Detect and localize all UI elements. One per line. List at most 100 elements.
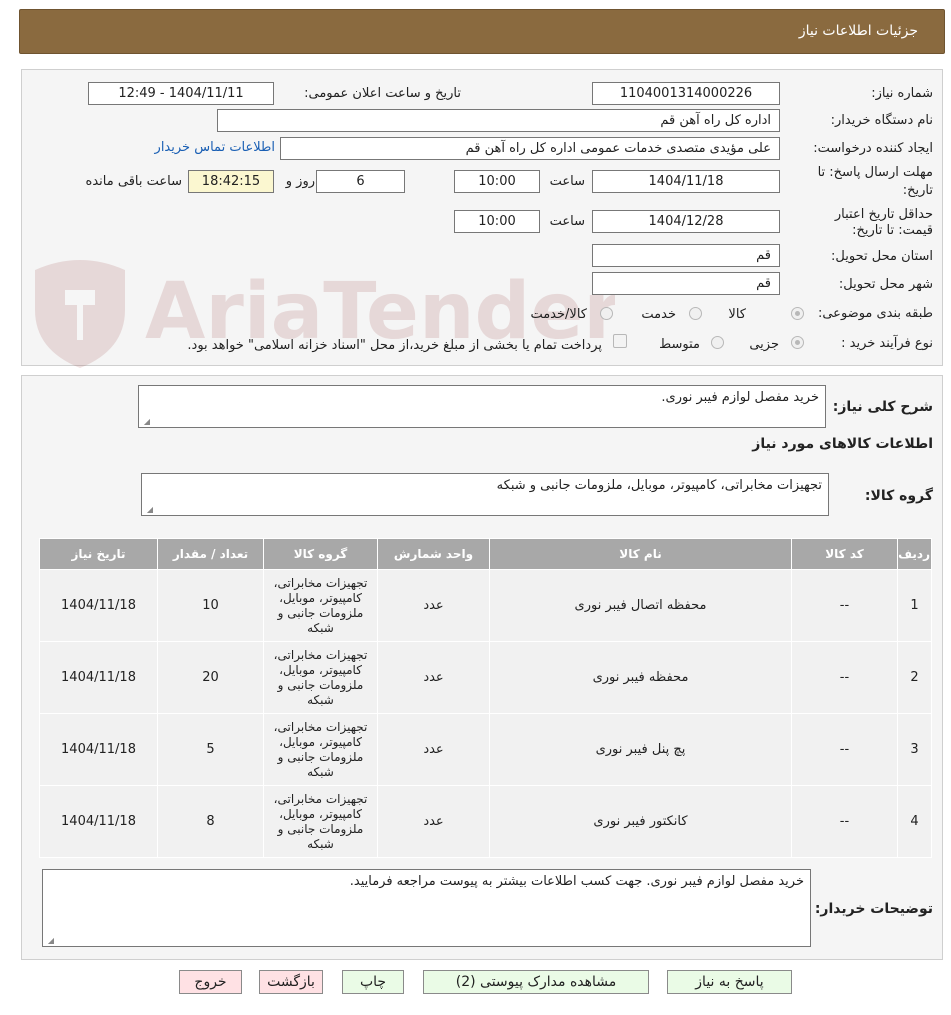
col-header-date: تاریخ نیاز xyxy=(39,538,158,570)
treasury-payment-checkbox[interactable] xyxy=(613,334,627,348)
cell-row-number: 3 xyxy=(897,713,932,786)
print-button[interactable]: چاپ xyxy=(342,970,404,994)
cell-group: تجهیزات مخابراتی، کامپیوتر، موبایل، ملزو… xyxy=(263,569,378,642)
buyer-notes-text: خرید مفصل لوازم فیبر نوری. جهت کسب اطلاع… xyxy=(349,874,804,889)
cell-date: 1404/11/18 xyxy=(39,785,158,858)
validity-label-line2: قیمت: تا تاریخ: xyxy=(852,223,933,238)
category-radio-goods-service[interactable] xyxy=(600,307,613,320)
table-row: 4 -- کانکتور فیبر نوری عدد تجهیزات مخابر… xyxy=(39,785,932,858)
deadline-time-field: 10:00 xyxy=(454,170,540,193)
requester-field: علی مؤیدی متصدی خدمات عمومی اداره کل راه… xyxy=(280,137,780,160)
table-row: 3 -- پچ پنل فیبر نوری عدد تجهیزات مخابرا… xyxy=(39,713,932,786)
need-number-field: 1104001314000226 xyxy=(592,82,780,105)
cell-code: -- xyxy=(791,569,898,642)
validity-label-line1: حداقل تاریخ اعتبار xyxy=(834,207,933,222)
goods-group-text: تجهیزات مخابراتی، کامپیوتر، موبایل، ملزو… xyxy=(496,478,822,493)
cell-row-number: 1 xyxy=(897,569,932,642)
process-option-minor: جزیی xyxy=(749,337,779,352)
table-row: 2 -- محفظه فیبر نوری عدد تجهیزات مخابرات… xyxy=(39,641,932,714)
remaining-time-field: 18:42:15 xyxy=(188,170,274,193)
cell-qty: 10 xyxy=(157,569,264,642)
cell-qty: 8 xyxy=(157,785,264,858)
category-option-goods-service: کالا/خدمت xyxy=(530,307,587,322)
category-radio-service[interactable] xyxy=(689,307,702,320)
province-field: قم xyxy=(592,244,780,267)
exit-button[interactable]: خروج xyxy=(179,970,242,994)
col-header-code: کد کالا xyxy=(791,538,898,570)
category-option-service: خدمت xyxy=(641,307,676,322)
buyer-notes-textarea[interactable]: خرید مفصل لوازم فیبر نوری. جهت کسب اطلاع… xyxy=(42,869,811,947)
cell-group: تجهیزات مخابراتی، کامپیوتر، موبایل، ملزو… xyxy=(263,641,378,714)
cell-qty: 20 xyxy=(157,641,264,714)
cell-code: -- xyxy=(791,713,898,786)
buyer-contact-link[interactable]: اطلاعات تماس خریدار xyxy=(155,140,275,155)
cell-group: تجهیزات مخابراتی، کامپیوتر، موبایل، ملزو… xyxy=(263,713,378,786)
cell-date: 1404/11/18 xyxy=(39,713,158,786)
col-header-qty: تعداد / مقدار xyxy=(157,538,264,570)
buyer-notes-label: توضیحات خریدار: xyxy=(814,901,933,917)
city-label: شهر محل تحویل: xyxy=(838,277,933,292)
col-header-group: گروه کالا xyxy=(263,538,378,570)
cell-date: 1404/11/18 xyxy=(39,641,158,714)
summary-text: خرید مفصل لوازم فیبر نوری. xyxy=(661,390,819,405)
cell-unit: عدد xyxy=(377,785,490,858)
goods-table: ردیف کد کالا نام کالا واحد شمارش گروه کا… xyxy=(39,538,932,858)
province-label: استان محل تحویل: xyxy=(831,249,933,264)
announce-datetime-field: 1404/11/11 - 12:49 xyxy=(88,82,274,105)
process-option-medium: متوسط xyxy=(659,337,700,352)
buyer-org-label: نام دستگاه خریدار: xyxy=(830,113,933,128)
cell-name: کانکتور فیبر نوری xyxy=(489,785,792,858)
cell-group: تجهیزات مخابراتی، کامپیوتر، موبایل، ملزو… xyxy=(263,785,378,858)
cell-name: پچ پنل فیبر نوری xyxy=(489,713,792,786)
cell-code: -- xyxy=(791,641,898,714)
deadline-label-line1: مهلت ارسال پاسخ: تا xyxy=(817,165,933,180)
days-remaining-field: 6 xyxy=(316,170,405,193)
cell-row-number: 2 xyxy=(897,641,932,714)
summary-textarea[interactable]: خرید مفصل لوازم فیبر نوری. ◢ xyxy=(138,385,826,428)
resize-grip-icon[interactable]: ◢ xyxy=(144,505,153,514)
summary-label: شرح کلی نیاز: xyxy=(832,399,933,415)
table-row: 1 -- محفظه اتصال فیبر نوری عدد تجهیزات م… xyxy=(39,569,932,642)
treasury-payment-note: پرداخت تمام یا بخشی از مبلغ خرید،از محل … xyxy=(187,338,602,353)
category-option-goods: کالا xyxy=(728,307,746,322)
process-radio-minor[interactable] xyxy=(791,336,804,349)
requester-label: ایجاد کننده درخواست: xyxy=(813,141,933,156)
buyer-org-field: اداره کل راه آهن قم xyxy=(217,109,780,132)
resize-grip-icon[interactable]: ◢ xyxy=(45,936,54,945)
goods-section-title: اطلاعات کالاهای مورد نیاز xyxy=(752,436,933,452)
cell-row-number: 4 xyxy=(897,785,932,858)
cell-date: 1404/11/18 xyxy=(39,569,158,642)
cell-name: محفظه اتصال فیبر نوری xyxy=(489,569,792,642)
goods-group-textarea[interactable]: تجهیزات مخابراتی، کامپیوتر، موبایل، ملزو… xyxy=(141,473,829,516)
announce-label: تاریخ و ساعت اعلان عمومی: xyxy=(304,86,461,101)
view-attachments-button[interactable]: مشاهده مدارک پیوستی (2) xyxy=(423,970,649,994)
resize-grip-icon[interactable]: ◢ xyxy=(141,417,150,426)
cell-unit: عدد xyxy=(377,569,490,642)
cell-unit: عدد xyxy=(377,641,490,714)
col-header-row-number: ردیف xyxy=(897,538,932,570)
days-label: روز و xyxy=(285,174,315,189)
cell-name: محفظه فیبر نوری xyxy=(489,641,792,714)
col-header-name: نام کالا xyxy=(489,538,792,570)
deadline-date-field: 1404/11/18 xyxy=(592,170,780,193)
validity-time-field: 10:00 xyxy=(454,210,540,233)
category-radio-goods[interactable] xyxy=(791,307,804,320)
validity-date-field: 1404/12/28 xyxy=(592,210,780,233)
process-radio-medium[interactable] xyxy=(711,336,724,349)
col-header-unit: واحد شمارش xyxy=(377,538,490,570)
back-button[interactable]: بازگشت xyxy=(259,970,323,994)
deadline-time-label: ساعت xyxy=(549,174,585,189)
process-label: نوع فرآیند خرید : xyxy=(841,336,933,351)
city-field: قم xyxy=(592,272,780,295)
validity-time-label: ساعت xyxy=(549,214,585,229)
goods-group-label: گروه کالا: xyxy=(864,488,933,504)
remaining-time-label: ساعت باقی مانده xyxy=(85,174,182,189)
need-number-label: شماره نیاز: xyxy=(871,86,933,101)
cell-unit: عدد xyxy=(377,713,490,786)
category-label: طبقه بندی موضوعی: xyxy=(817,306,933,321)
cell-qty: 5 xyxy=(157,713,264,786)
page-header: جزئیات اطلاعات نیاز xyxy=(19,9,945,54)
table-header-row: ردیف کد کالا نام کالا واحد شمارش گروه کا… xyxy=(39,538,932,570)
cell-code: -- xyxy=(791,785,898,858)
reply-button[interactable]: پاسخ به نیاز xyxy=(667,970,792,994)
